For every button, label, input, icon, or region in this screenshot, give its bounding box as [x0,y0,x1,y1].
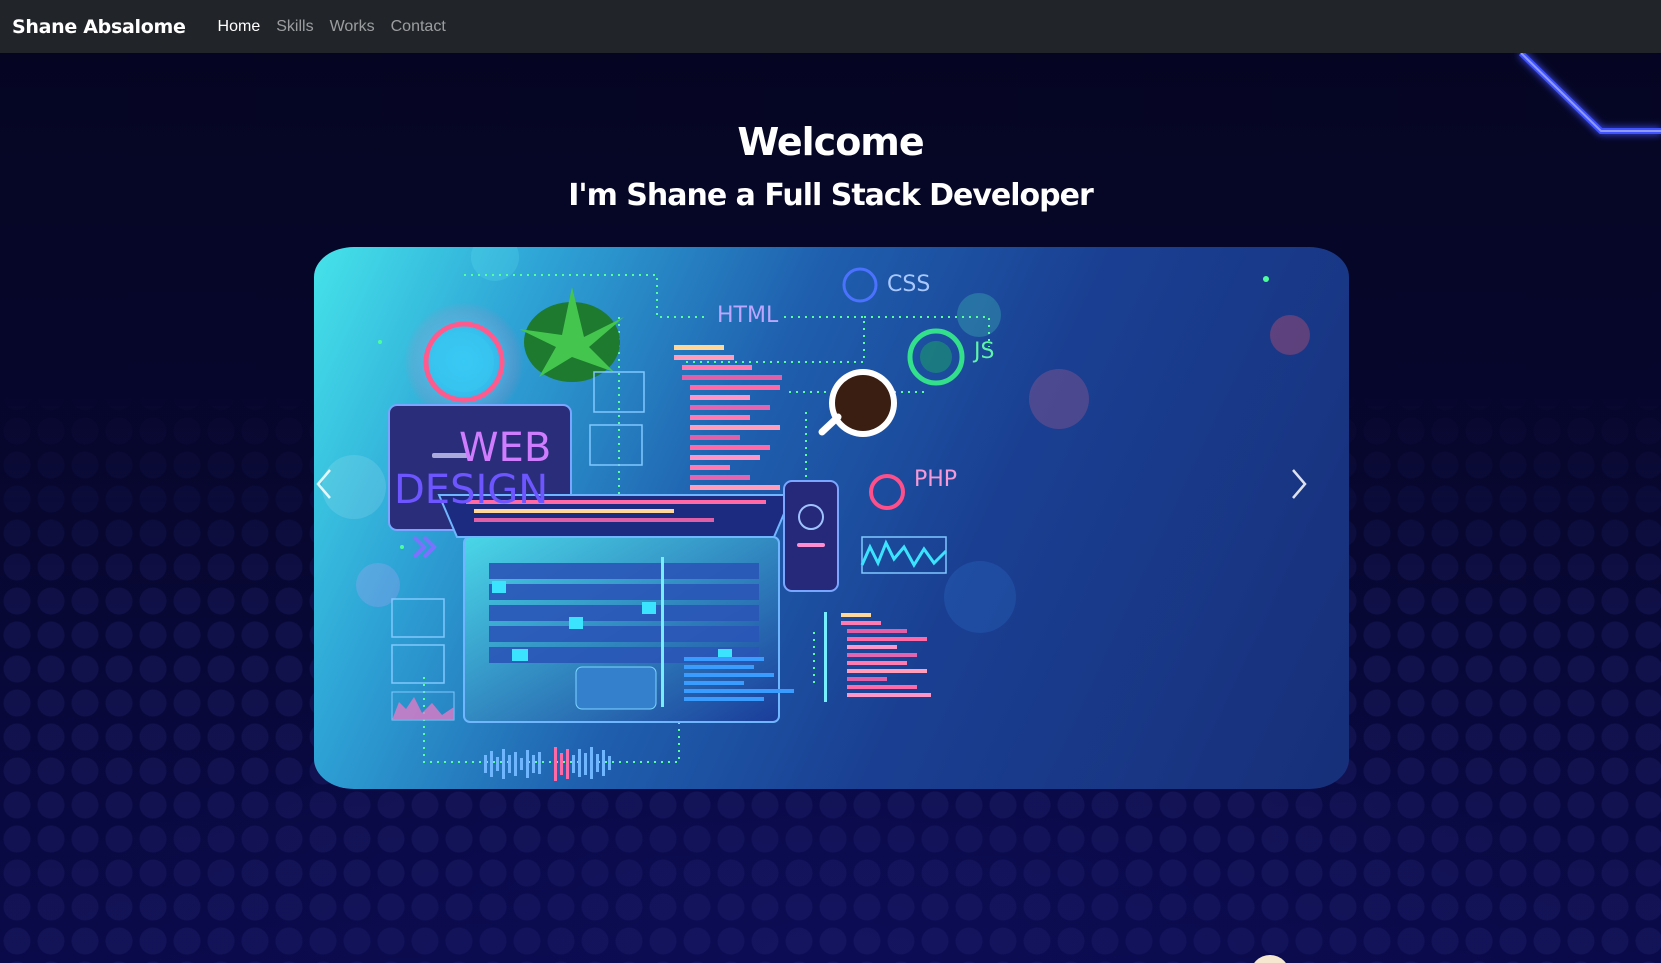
hero-title: Welcome [737,120,924,164]
html-label: HTML [717,303,779,328]
web-label: WEB [459,425,552,471]
js-label: JS [974,339,995,364]
hero-carousel[interactable]: CSS HTML JS PHP WEB DESIGN [314,247,1349,789]
nav-link-home[interactable]: Home [210,18,269,36]
chevron-right-icon [1292,469,1307,499]
design-label: DESIGN [394,467,549,513]
brand-logo[interactable]: Shane Absalome [12,16,186,38]
php-label: PHP [914,467,958,492]
nav-link-works[interactable]: Works [322,18,383,36]
nav-links: Home Skills Works Contact [210,18,454,36]
hero-subtitle: I'm Shane a Full Stack Developer [568,178,1094,213]
chevron-left-icon [316,469,331,499]
carousel-illustration [322,247,1310,781]
navbar: Shane Absalome Home Skills Works Contact [0,0,1661,53]
nav-link-skills[interactable]: Skills [268,18,321,36]
carousel-next-button[interactable] [1289,467,1349,567]
css-label: CSS [887,272,931,297]
carousel-prev-button[interactable] [314,467,374,567]
nav-link-contact[interactable]: Contact [383,18,454,36]
